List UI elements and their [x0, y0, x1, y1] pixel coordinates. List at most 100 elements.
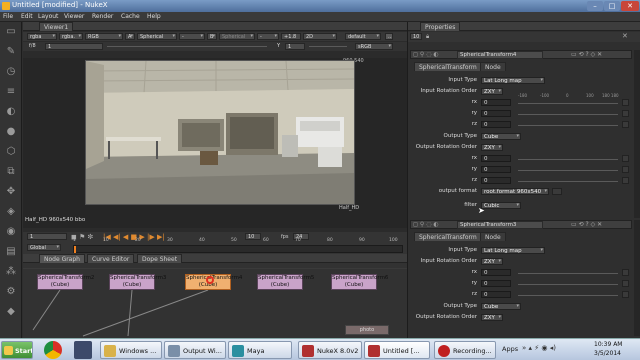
other-icon[interactable]: ◆	[5, 306, 17, 318]
node-a-dropdown[interactable]: Spherical	[137, 33, 177, 40]
in-rz-slider[interactable]	[518, 125, 618, 126]
apps-label[interactable]: Apps	[502, 345, 518, 353]
transform-icon[interactable]: ✥	[5, 186, 17, 198]
channel-a-dropdown[interactable]: rgba.	[59, 33, 83, 40]
panel-actions-icons[interactable]: ▭ ⟲ ? ◇ ✕	[571, 221, 602, 228]
out-rx-field[interactable]: 0	[481, 155, 511, 162]
merge-icon[interactable]: ⧉	[5, 166, 17, 178]
in-rx-animation-button[interactable]	[622, 269, 629, 276]
node-name-field[interactable]: SphericalTransform3	[457, 221, 543, 229]
output-type-dropdown[interactable]: Cube	[481, 303, 521, 310]
task-nukex[interactable]: NukeX 8.0v2	[298, 341, 362, 359]
node-spherical-transform-2[interactable]: SphericalTransform2 (Cube)	[37, 274, 94, 290]
in-rx-animation-button[interactable]	[622, 99, 629, 106]
colorspace-dropdown[interactable]: RGB	[85, 33, 123, 40]
task-output-window[interactable]: Output Wi...	[164, 341, 226, 359]
global-dropdown[interactable]: Global	[27, 244, 61, 251]
out-ry-animation-button[interactable]	[622, 166, 629, 173]
image-node-icon[interactable]: ▭	[5, 26, 17, 38]
wipe-dropdown[interactable]: -	[257, 33, 279, 40]
in-rz-animation-button[interactable]	[622, 291, 629, 298]
frame-field[interactable]: 1	[27, 233, 67, 240]
output-rotation-order-dropdown[interactable]: ZXY	[481, 144, 503, 151]
output-type-dropdown[interactable]: Cube	[481, 133, 521, 140]
menu-layout[interactable]: Layout	[38, 13, 58, 20]
properties-scrollbar-2[interactable]	[634, 220, 640, 336]
out-rz-slider[interactable]	[518, 181, 618, 182]
maximize-button[interactable]: □	[604, 1, 620, 11]
gain-field[interactable]: +1.8	[281, 33, 301, 40]
task-windows-explorer[interactable]: Windows ...	[100, 341, 162, 359]
chrome-icon[interactable]	[44, 341, 62, 359]
toolsets-icon[interactable]: ⚙	[5, 286, 17, 298]
tab-sphericaltransform[interactable]: SphericalTransform	[414, 62, 482, 71]
metadata-icon[interactable]: ▤	[5, 246, 17, 258]
menu-edit[interactable]: Edit	[21, 13, 33, 20]
menu-render[interactable]: Render	[92, 13, 113, 20]
task-maya[interactable]: Maya	[228, 341, 292, 359]
tab-curve-editor[interactable]: Curve Editor	[87, 254, 135, 263]
out-rx-slider[interactable]	[518, 159, 618, 160]
in-ry-field[interactable]: 0	[481, 280, 511, 287]
in-ry-field[interactable]: 0	[481, 110, 511, 117]
tab-sphericaltransform[interactable]: SphericalTransform	[414, 232, 482, 241]
time-ruler[interactable]	[73, 245, 403, 253]
channels-dropdown[interactable]: rgba	[27, 33, 57, 40]
in-rx-slider[interactable]	[518, 103, 618, 104]
input-b-dropdown[interactable]: B	[207, 33, 217, 40]
node-graph-panel[interactable]: Node Graph Curve Editor Dope Sheet Spher…	[23, 254, 407, 338]
menu-file[interactable]: File	[3, 13, 13, 20]
menu-viewer[interactable]: Viewer	[64, 13, 84, 20]
color-icon[interactable]: ◐	[5, 106, 17, 118]
filter-icon[interactable]: ●	[5, 126, 17, 138]
in-rz-animation-button[interactable]	[622, 121, 629, 128]
panel-header-icons[interactable]: ◻ ⚲ ◌ ◐	[413, 221, 439, 228]
start-button[interactable]: Start	[1, 341, 33, 359]
input-rotation-order-dropdown[interactable]: ZXY	[481, 258, 503, 265]
in-ry-animation-button[interactable]	[622, 280, 629, 287]
out-ry-slider[interactable]	[518, 170, 618, 171]
playhead[interactable]	[74, 246, 76, 253]
out-rx-animation-button[interactable]	[622, 155, 629, 162]
gamma-slider[interactable]	[309, 46, 347, 47]
out-rz-animation-button[interactable]	[622, 177, 629, 184]
panel-actions-icons[interactable]: ▭ ⟲ ? ◇ ✕	[571, 51, 602, 58]
3d-icon[interactable]: ◈	[5, 206, 17, 218]
node-b-dropdown[interactable]: Spherical	[219, 33, 255, 40]
clock-time[interactable]: 10:39 AM	[594, 341, 622, 348]
in-ry-animation-button[interactable]	[622, 110, 629, 117]
in-rz-field[interactable]: 0	[481, 291, 511, 298]
pinned-app-icon[interactable]	[74, 341, 92, 359]
tab-properties[interactable]: Properties	[420, 22, 461, 31]
out-rz-field[interactable]: 0	[481, 177, 511, 184]
views-icon[interactable]: ◉	[5, 226, 17, 238]
node-spherical-transform-3[interactable]: SphericalTransform3 (Cube)	[109, 274, 166, 290]
tab-viewer1[interactable]: Viewer1	[39, 22, 74, 31]
output-format-dropdown[interactable]: root.format 960x540	[481, 188, 549, 195]
input-type-dropdown[interactable]: Lat Long map	[481, 77, 545, 84]
time-icon[interactable]: ◷	[5, 66, 17, 78]
panel-header-spherical-transform-3[interactable]: ◻ ⚲ ◌ ◐ SphericalTransform3 ▭ ⟲ ? ◇ ✕	[410, 220, 632, 229]
exposure-slider[interactable]	[107, 46, 267, 47]
input-type-dropdown[interactable]: Lat Long map	[481, 247, 545, 254]
lock-icon[interactable]: 🔒︎	[426, 33, 429, 41]
tab-node[interactable]: Node	[480, 232, 506, 241]
max-panels-field[interactable]: 10	[410, 33, 422, 40]
gamma-field[interactable]: 1	[285, 43, 305, 50]
draw-icon[interactable]: ✎	[5, 46, 17, 58]
format-edit-button[interactable]	[552, 188, 562, 195]
display-dropdown[interactable]: sRGB	[355, 43, 393, 50]
menu-help[interactable]: Help	[147, 13, 161, 20]
keyer-icon[interactable]: ⬡	[5, 146, 17, 158]
in-ry-slider[interactable]	[518, 284, 618, 285]
viewer-settings-button[interactable]: …	[385, 33, 393, 40]
in-rz-field[interactable]: 0	[481, 121, 511, 128]
composite-dropdown[interactable]: -	[179, 33, 205, 40]
in-rx-field[interactable]: 0	[481, 99, 511, 106]
properties-scrollbar[interactable]	[634, 50, 640, 218]
particles-icon[interactable]: ⁂	[5, 266, 17, 278]
out-ry-field[interactable]: 0	[481, 166, 511, 173]
clock-date[interactable]: 3/5/2014	[594, 350, 621, 357]
node-photo[interactable]: photo	[345, 325, 389, 335]
in-rx-slider[interactable]	[518, 273, 618, 274]
